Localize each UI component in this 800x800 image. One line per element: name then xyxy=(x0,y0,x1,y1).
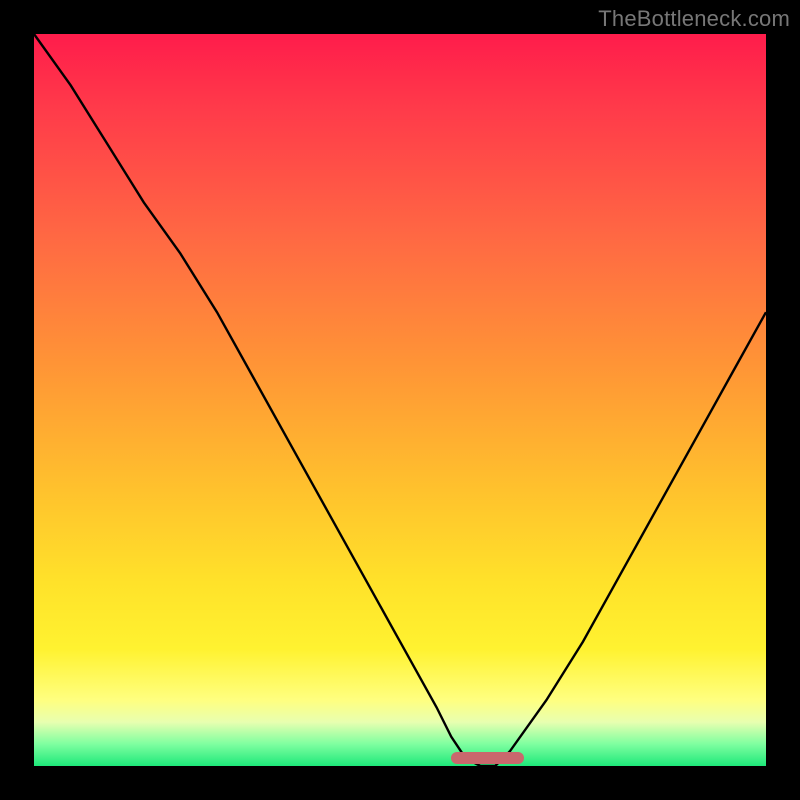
minimum-marker xyxy=(451,752,524,764)
curve-svg xyxy=(34,34,766,766)
bottleneck-curve-path xyxy=(34,34,766,766)
chart-frame: TheBottleneck.com xyxy=(0,0,800,800)
watermark-text: TheBottleneck.com xyxy=(598,6,790,32)
plot-area xyxy=(34,34,766,766)
